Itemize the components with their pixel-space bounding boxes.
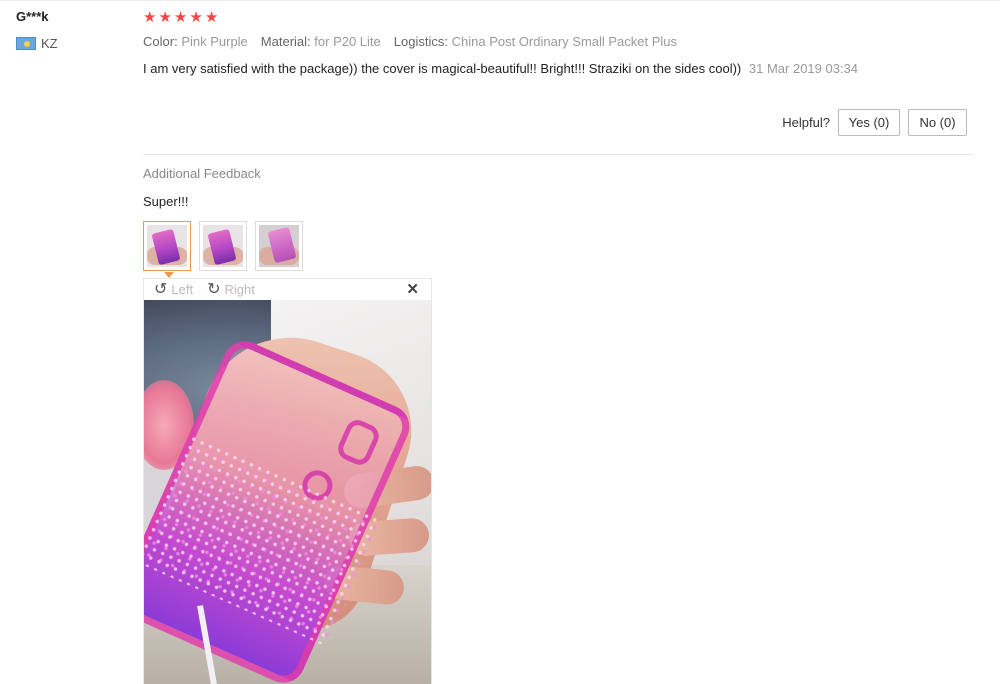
section-divider bbox=[143, 154, 973, 155]
review-body: I am very satisfied with the package)) t… bbox=[143, 60, 863, 77]
helpful-no-button[interactable]: No (0) bbox=[908, 109, 967, 136]
photo-thumbnails bbox=[143, 221, 303, 278]
reviewer-country: KZ bbox=[16, 36, 58, 51]
attribute-material: Material: for P20 Lite bbox=[261, 34, 381, 49]
helpful-vote: Helpful? Yes (0) No (0) bbox=[782, 109, 967, 136]
thumbnail-image bbox=[259, 225, 299, 267]
close-icon[interactable]: ✕ bbox=[406, 280, 419, 298]
thumbnail-photo-2[interactable] bbox=[199, 221, 247, 271]
rotate-left-button[interactable]: ↺ Left bbox=[154, 280, 194, 298]
star-icon: ★ bbox=[158, 9, 172, 26]
review-date: 31 Mar 2019 03:34 bbox=[748, 61, 859, 76]
thumbnail-photo-3[interactable] bbox=[255, 221, 303, 271]
case-camera-cutout bbox=[334, 416, 383, 469]
top-divider bbox=[0, 0, 1000, 1]
additional-feedback-title: Additional Feedback bbox=[143, 166, 261, 181]
attribute-value: Pink Purple bbox=[181, 34, 248, 49]
star-icon: ★ bbox=[173, 9, 188, 26]
rotate-left-label: Left bbox=[171, 282, 194, 297]
star-icon: ★ bbox=[189, 9, 203, 26]
star-icon: ★ bbox=[143, 9, 157, 26]
attribute-value: for P20 Lite bbox=[314, 34, 381, 49]
reviewer-name: G***k bbox=[16, 9, 49, 24]
review-photo bbox=[144, 300, 431, 684]
rotate-right-label: Right bbox=[224, 282, 255, 297]
star-rating: ★ ★ ★ ★ ★ bbox=[143, 8, 218, 28]
order-attributes: Color: Pink Purple Material: for P20 Lit… bbox=[143, 34, 677, 49]
attribute-key: Color: bbox=[143, 34, 178, 49]
rotate-left-icon: ↺ bbox=[154, 280, 168, 298]
thumbnail-image bbox=[203, 225, 243, 267]
rotate-right-icon: ↻ bbox=[207, 280, 221, 298]
helpful-yes-button[interactable]: Yes (0) bbox=[838, 109, 900, 136]
attribute-key: Material: bbox=[260, 34, 311, 49]
attribute-value: China Post Ordinary Small Packet Plus bbox=[451, 34, 678, 49]
thumbnail-photo-1[interactable] bbox=[143, 221, 191, 278]
viewer-toolbar: ↺ Left ↻ Right ✕ bbox=[144, 279, 431, 300]
star-icon: ★ bbox=[204, 9, 219, 26]
country-code: KZ bbox=[41, 36, 58, 51]
review-text: I am very satisfied with the package)) t… bbox=[143, 61, 742, 76]
helpful-label: Helpful? bbox=[782, 115, 830, 130]
attribute-color: Color: Pink Purple bbox=[143, 34, 248, 49]
photo-viewer: ↺ Left ↻ Right ✕ bbox=[143, 278, 432, 684]
attribute-key: Logistics: bbox=[393, 34, 448, 49]
additional-feedback-text: Super!!! bbox=[143, 194, 189, 209]
rotate-right-button[interactable]: ↻ Right bbox=[207, 280, 255, 298]
kazakhstan-flag-icon bbox=[16, 37, 36, 50]
attribute-logistics: Logistics: China Post Ordinary Small Pac… bbox=[394, 34, 677, 49]
thumbnail-image bbox=[147, 225, 187, 267]
